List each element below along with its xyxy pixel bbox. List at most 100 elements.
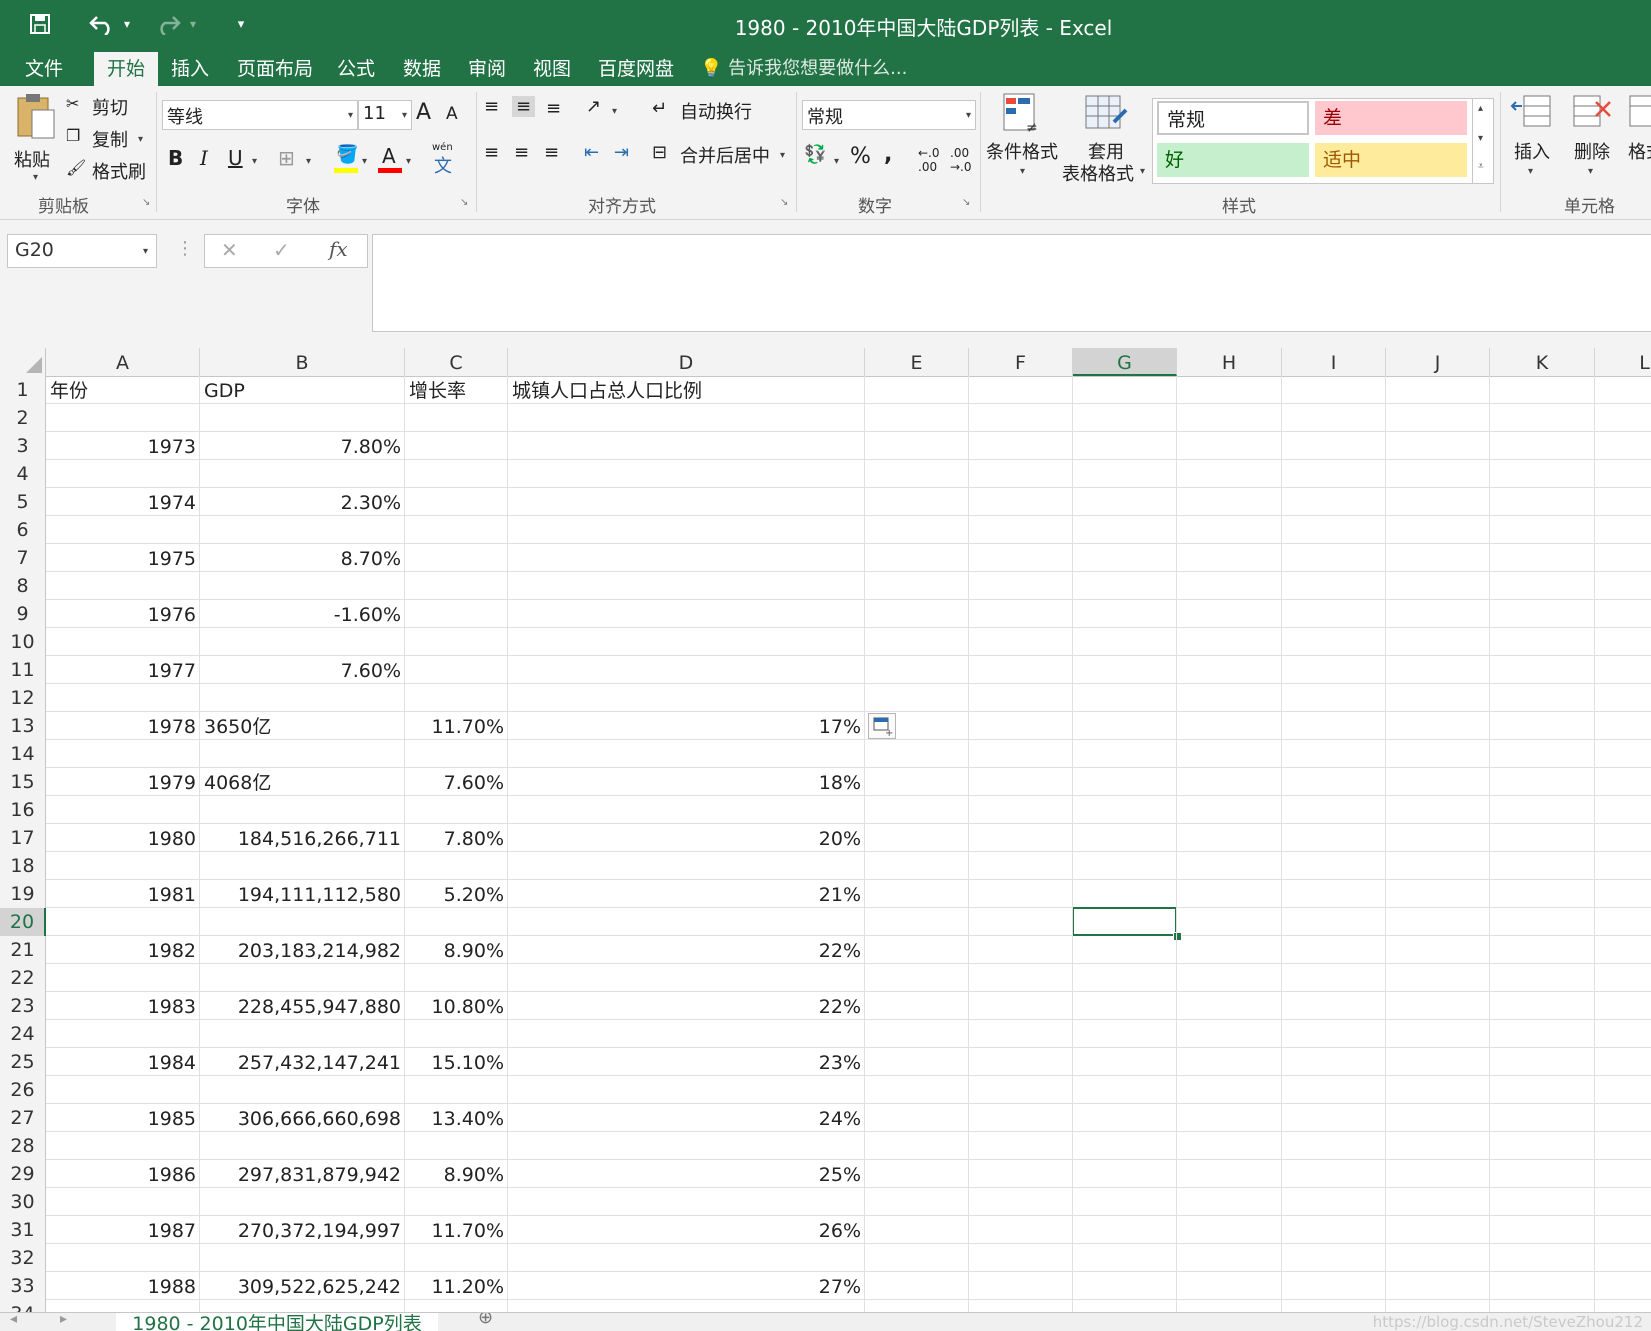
cell-f33[interactable] [969, 1272, 1073, 1300]
cell-k14[interactable] [1490, 740, 1595, 768]
cell-b29[interactable]: 297,831,879,942 [200, 1160, 405, 1188]
cell-i20[interactable] [1282, 908, 1386, 936]
font-color-button[interactable]: A [378, 144, 406, 174]
cell-c24[interactable] [405, 1020, 508, 1048]
cell-b11[interactable]: 7.60% [200, 656, 405, 684]
style-neutral[interactable]: 适中 [1315, 143, 1467, 177]
cell-f11[interactable] [969, 656, 1073, 684]
format-painter-button[interactable]: 🖌 格式刷 [66, 156, 156, 184]
cell-i33[interactable] [1282, 1272, 1386, 1300]
cell-d13[interactable]: 17% [508, 712, 865, 740]
cell-j34[interactable] [1386, 1300, 1490, 1312]
cell-k18[interactable] [1490, 852, 1595, 880]
cell-b7[interactable]: 8.70% [200, 544, 405, 572]
name-box[interactable]: G20 ▾ [7, 234, 157, 268]
cell-f34[interactable] [969, 1300, 1073, 1312]
cell-b32[interactable] [200, 1244, 405, 1272]
cell-c33[interactable]: 11.20% [405, 1272, 508, 1300]
cell-k27[interactable] [1490, 1104, 1595, 1132]
cell-g25[interactable] [1073, 1048, 1177, 1076]
orientation-icon[interactable]: ↗ [586, 96, 601, 117]
select-all-button[interactable] [0, 348, 46, 376]
prev-sheet-icon[interactable]: ◂ [10, 1313, 17, 1327]
cell-j27[interactable] [1386, 1104, 1490, 1132]
wrap-text-button[interactable]: ↵ 自动换行 [652, 96, 782, 126]
cell-b6[interactable] [200, 516, 405, 544]
cell-a4[interactable] [46, 460, 200, 488]
cell-f23[interactable] [969, 992, 1073, 1020]
cell-k31[interactable] [1490, 1216, 1595, 1244]
cell-g22[interactable] [1073, 964, 1177, 992]
column-header-e[interactable]: E [865, 348, 969, 376]
cut-button[interactable]: ✂ 剪切 [66, 92, 156, 120]
cell-g14[interactable] [1073, 740, 1177, 768]
cell-b3[interactable]: 7.80% [200, 432, 405, 460]
dialog-launcher-icon[interactable]: ↘ [962, 198, 972, 208]
cell-d18[interactable] [508, 852, 865, 880]
cell-f32[interactable] [969, 1244, 1073, 1272]
cell-h33[interactable] [1177, 1272, 1282, 1300]
cell-h34[interactable] [1177, 1300, 1282, 1312]
cell-a23[interactable]: 1983 [46, 992, 200, 1020]
cell-b1[interactable]: GDP [200, 376, 405, 404]
cell-f14[interactable] [969, 740, 1073, 768]
cell-c5[interactable] [405, 488, 508, 516]
cell-d8[interactable] [508, 572, 865, 600]
cell-i28[interactable] [1282, 1132, 1386, 1160]
cell-i21[interactable] [1282, 936, 1386, 964]
cell-d14[interactable] [508, 740, 865, 768]
cell-k5[interactable] [1490, 488, 1595, 516]
insert-function-icon[interactable]: fx [329, 237, 348, 261]
cell-i26[interactable] [1282, 1076, 1386, 1104]
cell-k3[interactable] [1490, 432, 1595, 460]
cell-c11[interactable] [405, 656, 508, 684]
cell-h20[interactable] [1177, 908, 1282, 936]
cell-d22[interactable] [508, 964, 865, 992]
row-header[interactable]: 4 [0, 460, 46, 488]
cell-h26[interactable] [1177, 1076, 1282, 1104]
scroll-down-icon[interactable]: ▾ [1478, 133, 1483, 144]
column-header-d[interactable]: D [508, 348, 865, 376]
cell-h6[interactable] [1177, 516, 1282, 544]
cell-d6[interactable] [508, 516, 865, 544]
cell-f4[interactable] [969, 460, 1073, 488]
cell-j16[interactable] [1386, 796, 1490, 824]
cell-c30[interactable] [405, 1188, 508, 1216]
cell-a29[interactable]: 1986 [46, 1160, 200, 1188]
cell-j5[interactable] [1386, 488, 1490, 516]
cell-f12[interactable] [969, 684, 1073, 712]
cell-b14[interactable] [200, 740, 405, 768]
cell-d21[interactable]: 22% [508, 936, 865, 964]
cell-c16[interactable] [405, 796, 508, 824]
cell-e33[interactable] [865, 1272, 969, 1300]
cell-j7[interactable] [1386, 544, 1490, 572]
cell-g28[interactable] [1073, 1132, 1177, 1160]
number-format-select[interactable]: 常规 ▾ [802, 100, 976, 130]
cell-e28[interactable] [865, 1132, 969, 1160]
cell-c25[interactable]: 15.10% [405, 1048, 508, 1076]
format-cells-button[interactable]: 格式 [1624, 92, 1651, 188]
cell-g2[interactable] [1073, 404, 1177, 432]
cell-j12[interactable] [1386, 684, 1490, 712]
cell-a6[interactable] [46, 516, 200, 544]
row-header[interactable]: 14 [0, 740, 46, 768]
cell-c18[interactable] [405, 852, 508, 880]
cell-i24[interactable] [1282, 1020, 1386, 1048]
cell-l23[interactable] [1595, 992, 1651, 1020]
cell-i2[interactable] [1282, 404, 1386, 432]
cell-g27[interactable] [1073, 1104, 1177, 1132]
cell-e32[interactable] [865, 1244, 969, 1272]
row-header[interactable]: 21 [0, 936, 46, 964]
cell-e3[interactable] [865, 432, 969, 460]
cell-d20[interactable] [508, 908, 865, 936]
cell-a22[interactable] [46, 964, 200, 992]
cell-j18[interactable] [1386, 852, 1490, 880]
cell-g21[interactable] [1073, 936, 1177, 964]
cell-k22[interactable] [1490, 964, 1595, 992]
cell-a18[interactable] [46, 852, 200, 880]
cell-j20[interactable] [1386, 908, 1490, 936]
cell-j31[interactable] [1386, 1216, 1490, 1244]
cell-b27[interactable]: 306,666,660,698 [200, 1104, 405, 1132]
cell-a34[interactable] [46, 1300, 200, 1312]
cell-e4[interactable] [865, 460, 969, 488]
